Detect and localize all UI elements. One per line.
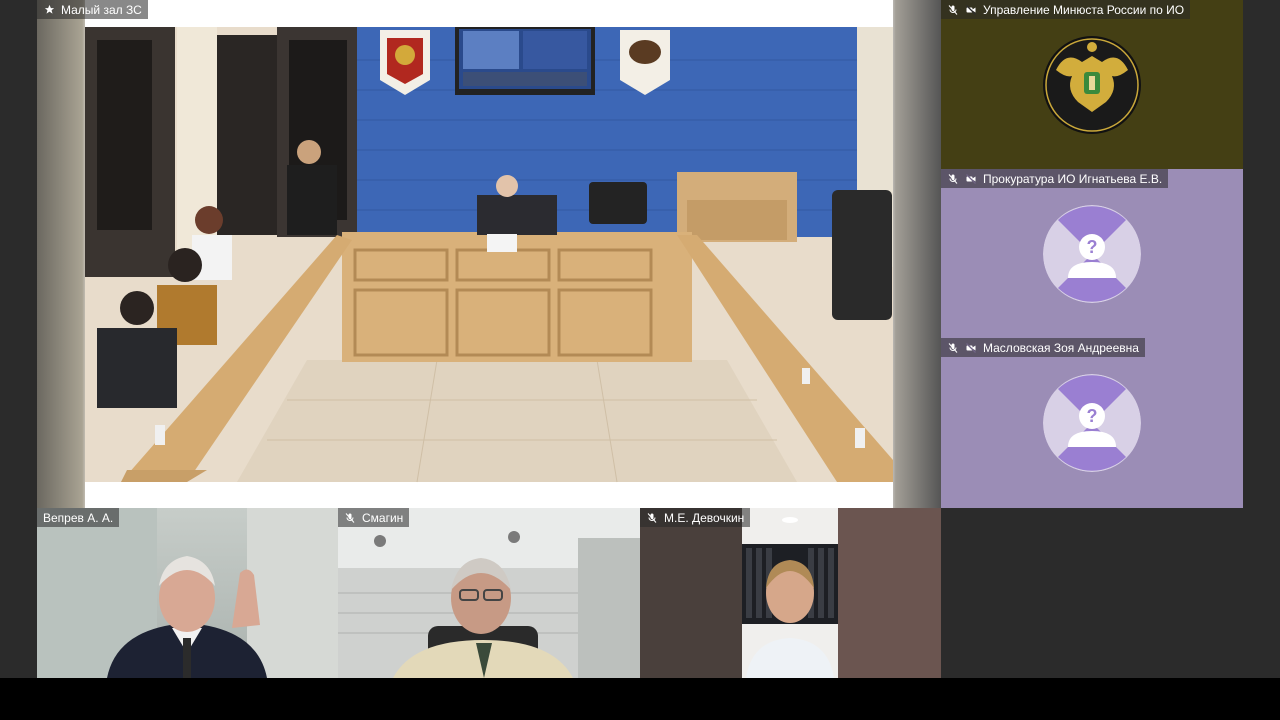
- camera-off-icon: [965, 4, 977, 16]
- participant-tile-prokuratura[interactable]: ? Прокуратура ИО Игнатьева Е.В.: [941, 169, 1243, 338]
- maslovskaya-name: Масловская Зоя Андреевна: [983, 340, 1139, 355]
- main-tile-label: Малый зал ЗС: [37, 0, 148, 19]
- bottom-bar: [0, 678, 1280, 720]
- mic-muted-icon: [646, 512, 658, 524]
- mic-muted-icon: [947, 173, 959, 185]
- mic-muted-icon: [344, 512, 356, 524]
- veprev-name: Вепрев А. А.: [43, 510, 114, 525]
- devochkin-label: М.Е. Девочкин: [640, 508, 751, 527]
- placeholder-glyph: ?: [1087, 237, 1098, 257]
- veprev-video: [37, 508, 338, 678]
- prokuratura-label: Прокуратура ИО Игнатьева Е.В.: [941, 169, 1169, 188]
- devochkin-video: [640, 508, 941, 678]
- mic-muted-icon: [947, 342, 959, 354]
- main-video-frame: [85, 0, 893, 508]
- smagin-video: [338, 508, 640, 678]
- avatar: ?: [1043, 205, 1141, 303]
- prokuratura-name: Прокуратура ИО Игнатьева Е.В.: [983, 171, 1163, 186]
- devochkin-name: М.Е. Девочкин: [664, 510, 745, 525]
- participant-tile-maslovskaya[interactable]: ? Масловская Зоя Андреевна: [941, 338, 1243, 508]
- placeholder-glyph: ?: [1087, 406, 1098, 426]
- smagin-label: Смагин: [338, 508, 410, 527]
- minjust-label: Управление Минюста России по ИО: [941, 0, 1191, 19]
- main-video-tile[interactable]: Малый зал ЗС: [37, 0, 941, 508]
- participant-tile-minjust[interactable]: Управление Минюста России по ИО: [941, 0, 1243, 169]
- main-tile-name: Малый зал ЗС: [61, 2, 142, 17]
- minjust-name: Управление Минюста России по ИО: [983, 2, 1185, 17]
- veprev-label: Вепрев А. А.: [37, 508, 120, 527]
- mic-muted-icon: [947, 4, 959, 16]
- camera-off-icon: [965, 342, 977, 354]
- maslovskaya-label: Масловская Зоя Андреевна: [941, 338, 1145, 357]
- star-icon: [43, 4, 55, 16]
- participant-tile-devochkin[interactable]: М.Е. Девочкин: [640, 508, 941, 678]
- participant-tile-veprev[interactable]: Вепрев А. А.: [37, 508, 338, 678]
- participant-tile-smagin[interactable]: Смагин: [338, 508, 640, 678]
- camera-off-icon: [965, 173, 977, 185]
- minjust-emblem: [1043, 36, 1141, 134]
- smagin-name: Смагин: [362, 510, 404, 525]
- avatar: ?: [1043, 374, 1141, 472]
